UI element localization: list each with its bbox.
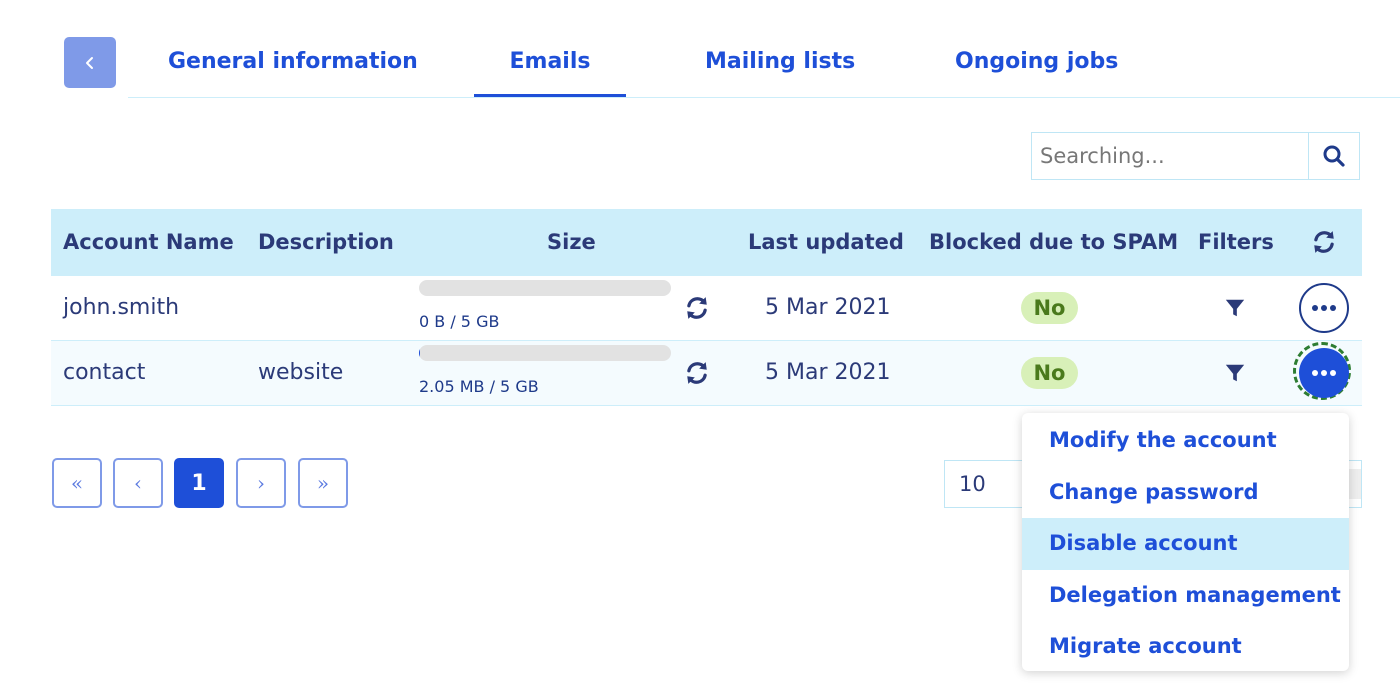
search-icon	[1323, 145, 1345, 167]
page-button-current[interactable]: 1	[174, 458, 224, 508]
row-actions-menu: Modify the account Change password Disab…	[1022, 413, 1349, 671]
filter-icon	[1225, 364, 1245, 382]
size-progress-bar	[419, 280, 671, 296]
refresh-size-button[interactable]	[683, 294, 711, 322]
menu-item-modify-account[interactable]: Modify the account	[1022, 415, 1349, 467]
menu-item-disable-account[interactable]: Disable account	[1022, 518, 1349, 570]
tabs-divider	[128, 97, 1400, 98]
row-actions-button[interactable]	[1299, 283, 1349, 333]
menu-item-delegation-management[interactable]: Delegation management	[1022, 570, 1349, 622]
filter-icon	[1225, 299, 1245, 317]
ellipsis-icon	[1312, 305, 1336, 311]
last-page-button[interactable]: »	[298, 458, 348, 508]
column-size[interactable]: Size	[547, 209, 596, 276]
table-header: Account Name Description Size Last updat…	[51, 209, 1362, 276]
search-input[interactable]	[1032, 133, 1308, 179]
row-actions-button[interactable]	[1299, 348, 1349, 398]
tab-ongoing-jobs[interactable]: Ongoing jobs	[955, 44, 1118, 96]
refresh-all-button[interactable]	[1311, 229, 1337, 255]
spam-status-badge: No	[1021, 292, 1078, 324]
account-name: john.smith	[63, 295, 180, 320]
menu-item-change-password[interactable]: Change password	[1022, 467, 1349, 519]
filters-button[interactable]	[1223, 296, 1247, 320]
search-box	[1031, 132, 1360, 180]
tab-general-information[interactable]: General information	[168, 44, 418, 96]
refresh-icon	[687, 362, 707, 384]
size-text: 0 B / 5 GB	[419, 312, 500, 331]
column-last-updated[interactable]: Last updated	[748, 209, 904, 276]
previous-page-button[interactable]: ‹	[113, 458, 163, 508]
first-page-button[interactable]: «	[52, 458, 102, 508]
size-text: 2.05 MB / 5 GB	[419, 377, 539, 396]
search-button[interactable]	[1308, 133, 1359, 179]
table-row: contact website 2.05 MB / 5 GB 5 Mar 202…	[51, 341, 1362, 406]
next-page-button[interactable]: ›	[236, 458, 286, 508]
tab-emails[interactable]: Emails	[474, 44, 626, 97]
table-row: john.smith 0 B / 5 GB 5 Mar 2021 No	[51, 276, 1362, 341]
refresh-icon	[1314, 231, 1334, 253]
last-updated: 5 Mar 2021	[765, 360, 891, 385]
refresh-icon	[687, 297, 707, 319]
last-updated: 5 Mar 2021	[765, 295, 891, 320]
account-name: contact	[63, 360, 146, 385]
filters-button[interactable]	[1223, 361, 1247, 385]
column-blocked-spam[interactable]: Blocked due to SPAM	[929, 209, 1178, 276]
chevron-left-icon	[86, 56, 93, 69]
size-progress-bar	[419, 345, 671, 361]
account-description: website	[258, 360, 344, 385]
ellipsis-icon	[1312, 370, 1336, 376]
column-filters[interactable]: Filters	[1198, 209, 1274, 276]
column-account-name[interactable]: Account Name	[63, 209, 234, 276]
spam-status-badge: No	[1021, 357, 1078, 389]
menu-item-migrate-account[interactable]: Migrate account	[1022, 621, 1349, 673]
refresh-size-button[interactable]	[683, 359, 711, 387]
items-per-page-value: 10	[959, 472, 986, 496]
tab-mailing-lists[interactable]: Mailing lists	[705, 44, 855, 96]
back-button[interactable]	[64, 37, 116, 88]
column-description[interactable]: Description	[258, 209, 394, 276]
